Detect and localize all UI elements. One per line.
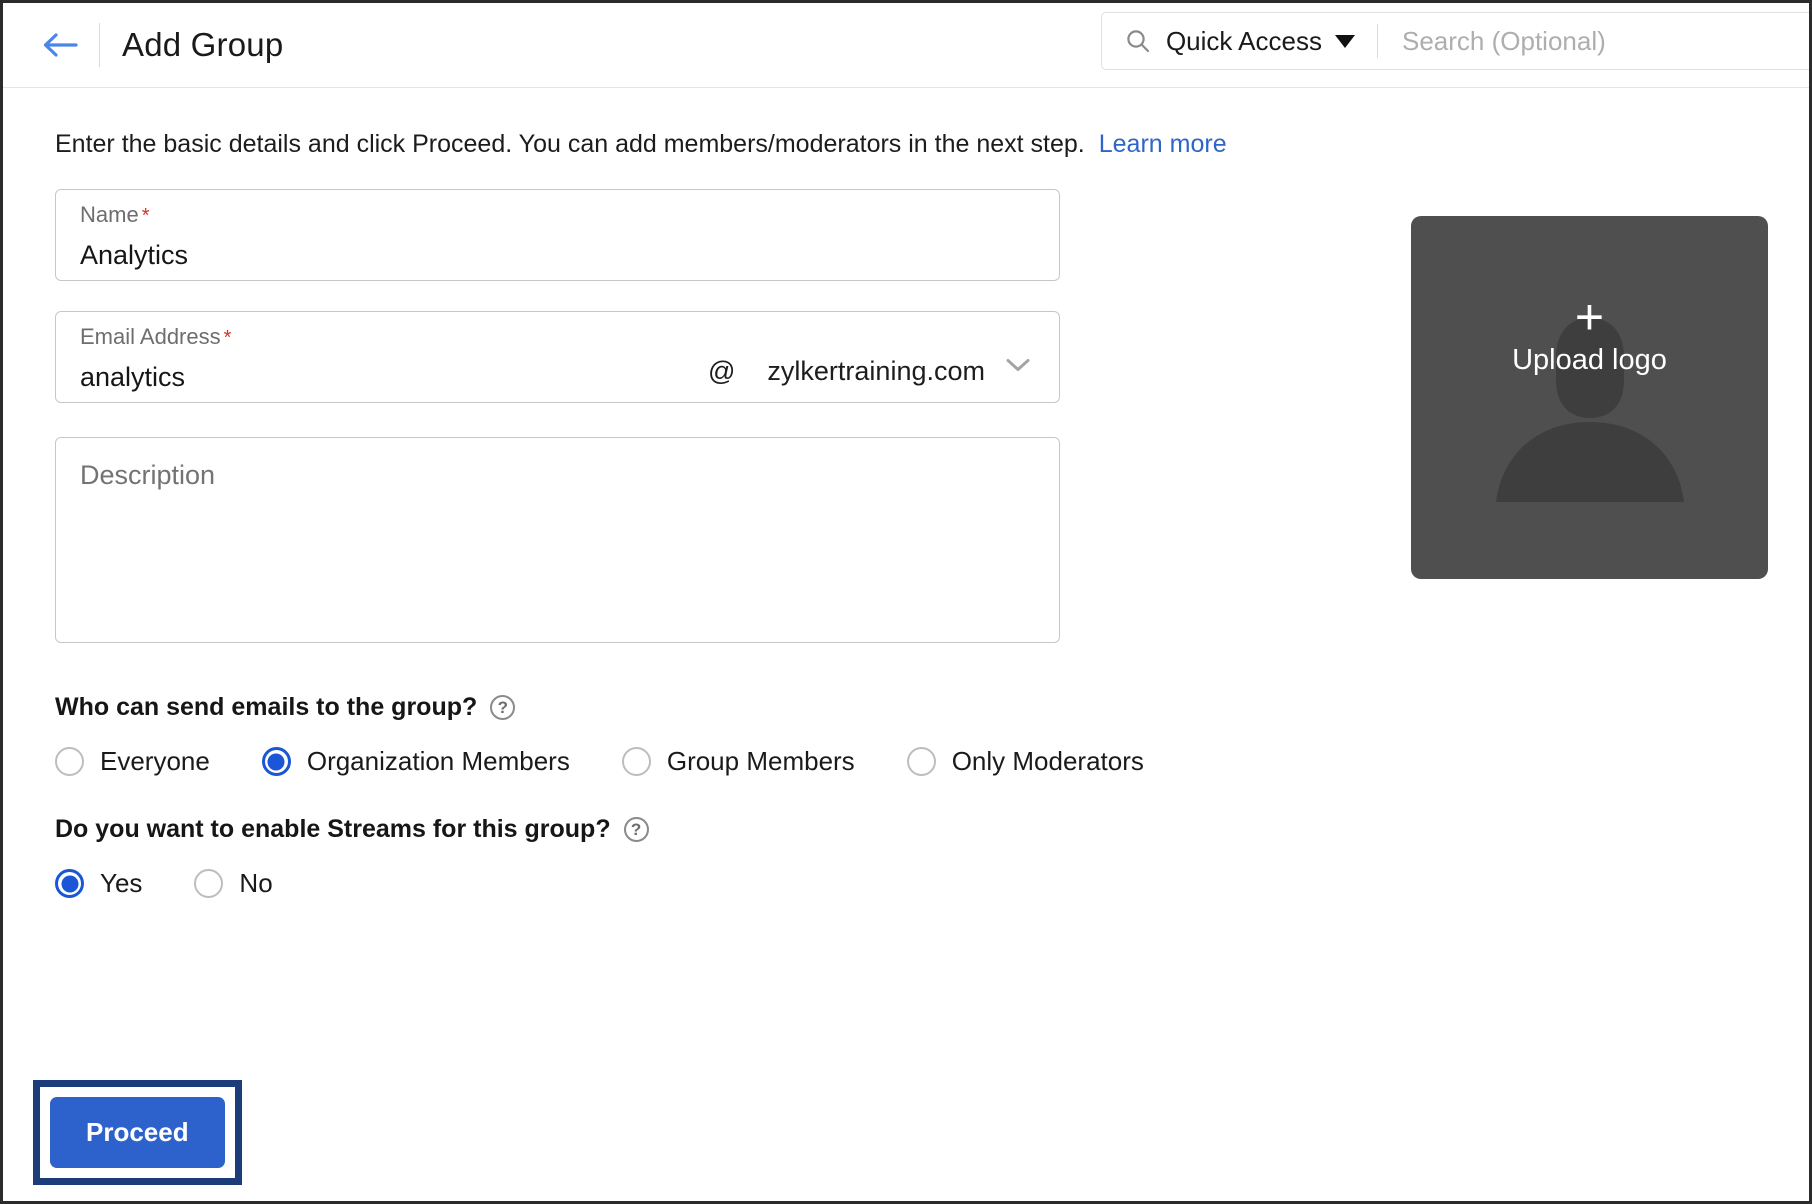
intro-text: Enter the basic details and click Procee… <box>55 130 1809 159</box>
radio-label: Everyone <box>100 746 210 776</box>
at-symbol: @ <box>708 355 736 386</box>
email-local-part: Email Address * <box>80 326 680 402</box>
radio-circle[interactable] <box>621 747 651 776</box>
radio-circle[interactable] <box>55 747 84 776</box>
page-title: Add Group <box>122 26 284 63</box>
search-input[interactable] <box>1400 24 1809 58</box>
radio-option-organization-members[interactable]: Organization Members <box>261 746 570 777</box>
radio-label: Group Members <box>666 746 855 776</box>
learn-more-link[interactable]: Learn more <box>1099 130 1227 158</box>
page-header: Add Group Quick Access <box>3 3 1809 88</box>
plus-icon: + <box>1574 289 1605 345</box>
enable-streams-question-label: Do you want to enable Streams for this g… <box>55 815 611 843</box>
send-emails-question-label: Who can send emails to the group? <box>55 693 478 721</box>
send-emails-question: Who can send emails to the group? ? <box>55 693 1809 722</box>
email-label-text: Email Address <box>80 324 221 349</box>
radio-label: Organization Members <box>306 746 570 776</box>
intro-message: Enter the basic details and click Procee… <box>55 130 1085 158</box>
enable-streams-question: Do you want to enable Streams for this g… <box>55 815 1809 844</box>
email-domain-value: zylkertraining.com <box>767 355 985 386</box>
search-divider <box>1377 24 1378 58</box>
proceed-highlight-box: Proceed <box>33 1080 242 1185</box>
add-group-page: Add Group Quick Access Enter the basic d… <box>0 0 1812 1204</box>
quick-access-dropdown[interactable]: Quick Access <box>1166 26 1355 57</box>
email-input[interactable] <box>80 362 680 393</box>
enable-streams-radio-group: Yes No <box>55 868 1809 899</box>
email-required-asterisk: * <box>223 327 232 349</box>
search-icon <box>1124 27 1152 55</box>
search-bar: Quick Access <box>1100 12 1809 70</box>
chevron-down-icon <box>1335 34 1355 48</box>
description-field[interactable]: Description <box>55 437 1060 643</box>
radio-option-only-moderators[interactable]: Only Moderators <box>906 746 1144 777</box>
radio-circle[interactable] <box>261 747 291 776</box>
radio-option-everyone[interactable]: Everyone <box>55 746 210 777</box>
help-circle-icon[interactable]: ? <box>490 695 516 720</box>
name-label: Name * <box>80 202 1035 227</box>
radio-label: Yes <box>100 868 143 898</box>
quick-access-label: Quick Access <box>1165 25 1322 56</box>
radio-label: No <box>239 868 273 898</box>
arrow-left-icon <box>40 30 80 60</box>
radio-circle[interactable] <box>55 869 84 898</box>
radio-circle[interactable] <box>194 869 224 898</box>
radio-option-no[interactable]: No <box>194 868 273 899</box>
send-emails-radio-group: Everyone Organization Members Group Memb… <box>55 746 1809 777</box>
description-placeholder: Description <box>80 460 216 490</box>
upload-logo-panel[interactable]: + Upload logo <box>1411 216 1768 579</box>
upload-logo-label: Upload logo <box>1512 344 1667 376</box>
radio-option-yes[interactable]: Yes <box>55 868 142 899</box>
name-input[interactable] <box>80 240 1035 271</box>
header-divider <box>99 23 100 67</box>
chevron-down-icon[interactable] <box>1003 355 1033 380</box>
name-field[interactable]: Name * <box>55 189 1060 281</box>
email-label: Email Address * <box>80 324 680 349</box>
email-domain-select[interactable]: @ zylkertraining.com <box>680 340 1035 402</box>
name-required-asterisk: * <box>141 205 150 227</box>
help-circle-icon[interactable]: ? <box>623 817 649 842</box>
name-label-text: Name <box>80 202 139 227</box>
proceed-button[interactable]: Proceed <box>50 1097 225 1168</box>
email-field[interactable]: Email Address* @ zylkertraining.com <box>55 311 1060 403</box>
back-button[interactable] <box>25 30 95 60</box>
radio-label: Only Moderators <box>951 746 1144 776</box>
radio-circle[interactable] <box>906 747 936 776</box>
radio-option-group-members[interactable]: Group Members <box>621 746 855 777</box>
form-column: Name* Email Address* @ zylkertraining.co… <box>55 189 1060 643</box>
